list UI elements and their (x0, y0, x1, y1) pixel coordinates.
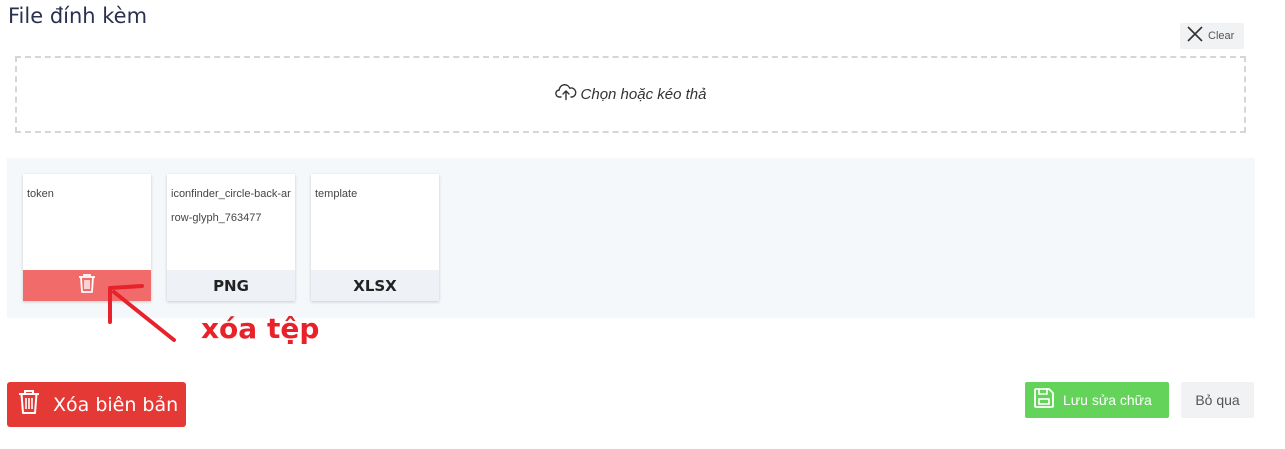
delete-record-button[interactable]: Xóa biên bản (7, 382, 186, 427)
save-label: Lưu sửa chữa (1063, 392, 1152, 408)
annotation-text: xóa tệp (201, 312, 320, 345)
annotation-arrow-icon (100, 278, 180, 353)
file-extension: PNG (167, 270, 295, 301)
section-title: File đính kèm (8, 4, 148, 28)
delete-record-label: Xóa biên bản (53, 393, 179, 416)
file-dropzone[interactable]: Chọn hoặc kéo thả (15, 56, 1246, 133)
file-name: template (315, 188, 358, 200)
skip-button[interactable]: Bỏ qua (1181, 382, 1254, 418)
dropzone-label: Chọn hoặc kéo thả (580, 86, 707, 103)
clear-label: Clear (1208, 30, 1235, 42)
close-icon (1186, 25, 1204, 48)
file-extension: XLSX (311, 270, 439, 301)
file-name: iconfinder_circle-back-arrow-glyph_76347… (171, 188, 291, 224)
skip-label: Bỏ qua (1195, 392, 1240, 408)
file-card-png: iconfinder_circle-back-arrow-glyph_76347… (167, 174, 295, 301)
file-name: token (27, 188, 54, 200)
file-card-xlsx: template XLSX (311, 174, 439, 301)
trash-icon (17, 388, 41, 421)
file-list: token iconfinder_circle-back-arrow-glyph… (7, 158, 1255, 318)
floppy-disk-icon (1033, 387, 1055, 414)
cloud-upload-icon (554, 83, 577, 106)
clear-button[interactable]: Clear (1180, 23, 1244, 49)
save-repair-button[interactable]: Lưu sửa chữa (1025, 382, 1169, 418)
trash-icon (77, 272, 97, 299)
